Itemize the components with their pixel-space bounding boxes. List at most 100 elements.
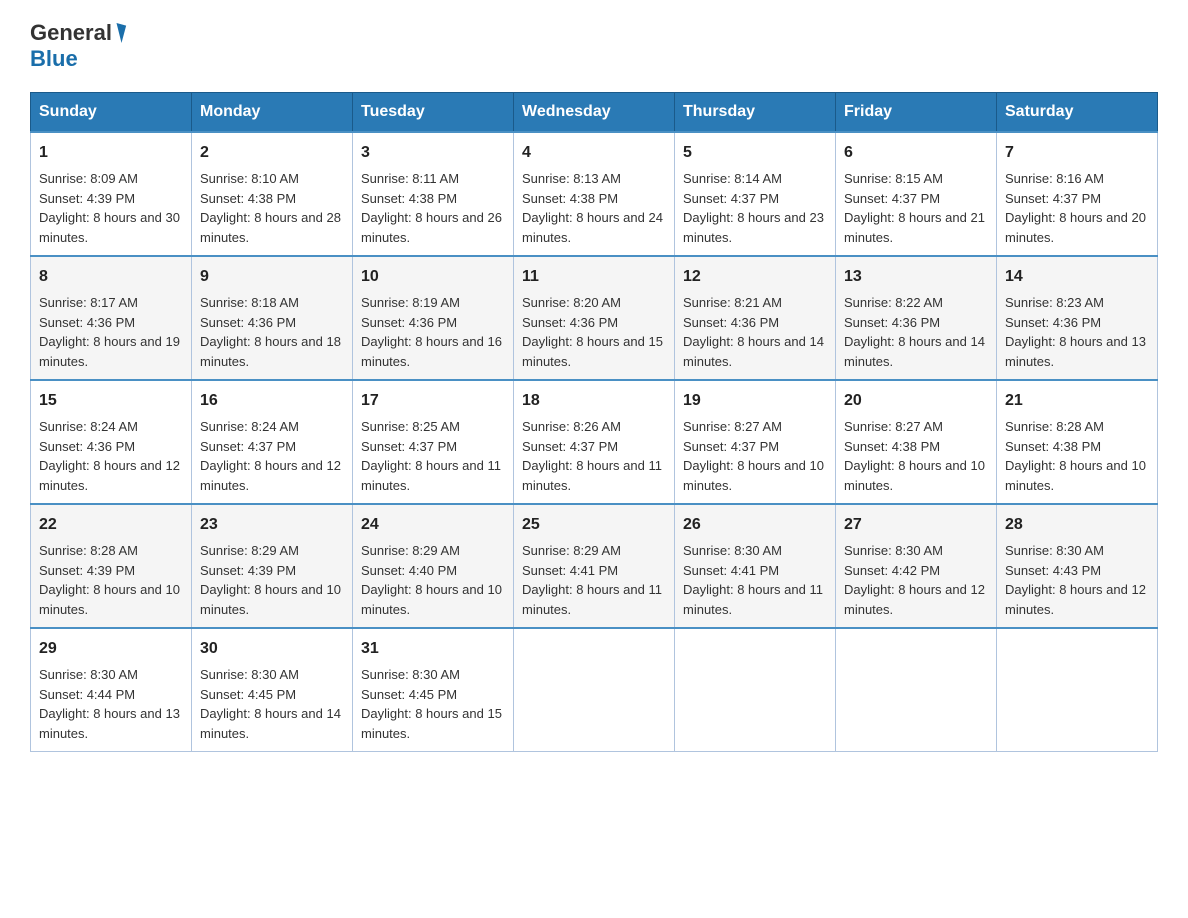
day-number: 22 [39, 513, 183, 537]
calendar-cell: 1 Sunrise: 8:09 AMSunset: 4:39 PMDaylight… [31, 132, 192, 256]
day-info: Sunrise: 8:27 AMSunset: 4:38 PMDaylight:… [844, 417, 988, 495]
day-number: 29 [39, 637, 183, 661]
calendar-cell: 9 Sunrise: 8:18 AMSunset: 4:36 PMDaylight… [192, 256, 353, 380]
weekday-header-sunday: Sunday [31, 93, 192, 133]
day-info: Sunrise: 8:30 AMSunset: 4:44 PMDaylight:… [39, 665, 183, 743]
day-info: Sunrise: 8:13 AMSunset: 4:38 PMDaylight:… [522, 169, 666, 247]
calendar-cell: 24Sunrise: 8:29 AMSunset: 4:40 PMDayligh… [353, 504, 514, 628]
day-info: Sunrise: 8:22 AMSunset: 4:36 PMDaylight:… [844, 293, 988, 371]
day-info: Sunrise: 8:28 AMSunset: 4:38 PMDaylight:… [1005, 417, 1149, 495]
calendar-cell: 23 Sunrise: 8:29 AMSunset: 4:39 PMDayligh… [192, 504, 353, 628]
calendar-cell: 11Sunrise: 8:20 AMSunset: 4:36 PMDayligh… [514, 256, 675, 380]
day-number: 9 [200, 265, 344, 289]
day-info: Sunrise: 8:20 AMSunset: 4:36 PMDaylight:… [522, 293, 666, 371]
day-info: Sunrise: 8:18 AMSunset: 4:36 PMDaylight:… [200, 293, 344, 371]
calendar-cell: 12 Sunrise: 8:21 AMSunset: 4:36 PMDayligh… [675, 256, 836, 380]
day-number: 25 [522, 513, 666, 537]
weekday-header-wednesday: Wednesday [514, 93, 675, 133]
calendar-cell [514, 628, 675, 752]
calendar-cell: 16 Sunrise: 8:24 AMSunset: 4:37 PMDayligh… [192, 380, 353, 504]
calendar-cell: 25 Sunrise: 8:29 AMSunset: 4:41 PMDayligh… [514, 504, 675, 628]
day-info: Sunrise: 8:21 AMSunset: 4:36 PMDaylight:… [683, 293, 827, 371]
logo-blue-text: Blue [30, 46, 78, 71]
day-number: 12 [683, 265, 827, 289]
day-info: Sunrise: 8:17 AMSunset: 4:36 PMDaylight:… [39, 293, 183, 371]
logo-general-text: General [30, 20, 112, 46]
day-info: Sunrise: 8:30 AMSunset: 4:45 PMDaylight:… [200, 665, 344, 743]
day-number: 24 [361, 513, 505, 537]
calendar-header: SundayMondayTuesdayWednesdayThursdayFrid… [31, 93, 1158, 133]
logo: General Blue [30, 20, 126, 72]
week-row-2: 8 Sunrise: 8:17 AMSunset: 4:36 PMDaylight… [31, 256, 1158, 380]
day-number: 17 [361, 389, 505, 413]
calendar-cell: 4 Sunrise: 8:13 AMSunset: 4:38 PMDaylight… [514, 132, 675, 256]
week-row-1: 1 Sunrise: 8:09 AMSunset: 4:39 PMDaylight… [31, 132, 1158, 256]
day-info: Sunrise: 8:29 AMSunset: 4:39 PMDaylight:… [200, 541, 344, 619]
calendar-cell: 26Sunrise: 8:30 AMSunset: 4:41 PMDayligh… [675, 504, 836, 628]
day-info: Sunrise: 8:19 AMSunset: 4:36 PMDaylight:… [361, 293, 505, 371]
calendar-cell [997, 628, 1158, 752]
calendar-cell: 27Sunrise: 8:30 AMSunset: 4:42 PMDayligh… [836, 504, 997, 628]
week-row-5: 29 Sunrise: 8:30 AMSunset: 4:44 PMDayligh… [31, 628, 1158, 752]
day-info: Sunrise: 8:10 AMSunset: 4:38 PMDaylight:… [200, 169, 344, 247]
day-info: Sunrise: 8:16 AMSunset: 4:37 PMDaylight:… [1005, 169, 1149, 247]
day-number: 6 [844, 141, 988, 165]
day-number: 31 [361, 637, 505, 661]
day-number: 16 [200, 389, 344, 413]
day-info: Sunrise: 8:30 AMSunset: 4:43 PMDaylight:… [1005, 541, 1149, 619]
day-number: 18 [522, 389, 666, 413]
calendar-cell: 14 Sunrise: 8:23 AMSunset: 4:36 PMDayligh… [997, 256, 1158, 380]
weekday-header-thursday: Thursday [675, 93, 836, 133]
day-number: 30 [200, 637, 344, 661]
calendar-cell: 21 Sunrise: 8:28 AMSunset: 4:38 PMDayligh… [997, 380, 1158, 504]
day-number: 13 [844, 265, 988, 289]
day-number: 20 [844, 389, 988, 413]
day-number: 26 [683, 513, 827, 537]
day-number: 4 [522, 141, 666, 165]
day-number: 14 [1005, 265, 1149, 289]
calendar-cell: 15 Sunrise: 8:24 AMSunset: 4:36 PMDayligh… [31, 380, 192, 504]
weekday-header-row: SundayMondayTuesdayWednesdayThursdayFrid… [31, 93, 1158, 133]
calendar-cell [836, 628, 997, 752]
day-number: 10 [361, 265, 505, 289]
day-info: Sunrise: 8:23 AMSunset: 4:36 PMDaylight:… [1005, 293, 1149, 371]
day-number: 23 [200, 513, 344, 537]
day-info: Sunrise: 8:29 AMSunset: 4:41 PMDaylight:… [522, 541, 666, 619]
day-number: 21 [1005, 389, 1149, 413]
calendar-cell: 7 Sunrise: 8:16 AMSunset: 4:37 PMDaylight… [997, 132, 1158, 256]
day-number: 3 [361, 141, 505, 165]
day-info: Sunrise: 8:15 AMSunset: 4:37 PMDaylight:… [844, 169, 988, 247]
calendar-cell: 13 Sunrise: 8:22 AMSunset: 4:36 PMDayligh… [836, 256, 997, 380]
day-info: Sunrise: 8:11 AMSunset: 4:38 PMDaylight:… [361, 169, 505, 247]
page-header: General Blue [30, 20, 1158, 72]
calendar-cell: 3 Sunrise: 8:11 AMSunset: 4:38 PMDaylight… [353, 132, 514, 256]
day-info: Sunrise: 8:14 AMSunset: 4:37 PMDaylight:… [683, 169, 827, 247]
logo-triangle-icon [112, 23, 126, 43]
day-number: 5 [683, 141, 827, 165]
calendar-cell: 19Sunrise: 8:27 AMSunset: 4:37 PMDayligh… [675, 380, 836, 504]
day-number: 28 [1005, 513, 1149, 537]
day-number: 1 [39, 141, 183, 165]
calendar-cell: 18 Sunrise: 8:26 AMSunset: 4:37 PMDayligh… [514, 380, 675, 504]
calendar-cell: 17 Sunrise: 8:25 AMSunset: 4:37 PMDayligh… [353, 380, 514, 504]
day-number: 2 [200, 141, 344, 165]
calendar-cell [675, 628, 836, 752]
calendar-cell: 5 Sunrise: 8:14 AMSunset: 4:37 PMDaylight… [675, 132, 836, 256]
day-info: Sunrise: 8:25 AMSunset: 4:37 PMDaylight:… [361, 417, 505, 495]
day-number: 27 [844, 513, 988, 537]
weekday-header-monday: Monday [192, 93, 353, 133]
day-number: 8 [39, 265, 183, 289]
calendar-cell: 2 Sunrise: 8:10 AMSunset: 4:38 PMDaylight… [192, 132, 353, 256]
day-info: Sunrise: 8:28 AMSunset: 4:39 PMDaylight:… [39, 541, 183, 619]
day-info: Sunrise: 8:24 AMSunset: 4:37 PMDaylight:… [200, 417, 344, 495]
calendar-cell: 31Sunrise: 8:30 AMSunset: 4:45 PMDayligh… [353, 628, 514, 752]
day-info: Sunrise: 8:09 AMSunset: 4:39 PMDaylight:… [39, 169, 183, 247]
day-info: Sunrise: 8:27 AMSunset: 4:37 PMDaylight:… [683, 417, 827, 495]
day-info: Sunrise: 8:26 AMSunset: 4:37 PMDaylight:… [522, 417, 666, 495]
calendar-cell: 10 Sunrise: 8:19 AMSunset: 4:36 PMDayligh… [353, 256, 514, 380]
day-number: 15 [39, 389, 183, 413]
calendar-cell: 20 Sunrise: 8:27 AMSunset: 4:38 PMDayligh… [836, 380, 997, 504]
weekday-header-saturday: Saturday [997, 93, 1158, 133]
day-number: 7 [1005, 141, 1149, 165]
day-info: Sunrise: 8:24 AMSunset: 4:36 PMDaylight:… [39, 417, 183, 495]
